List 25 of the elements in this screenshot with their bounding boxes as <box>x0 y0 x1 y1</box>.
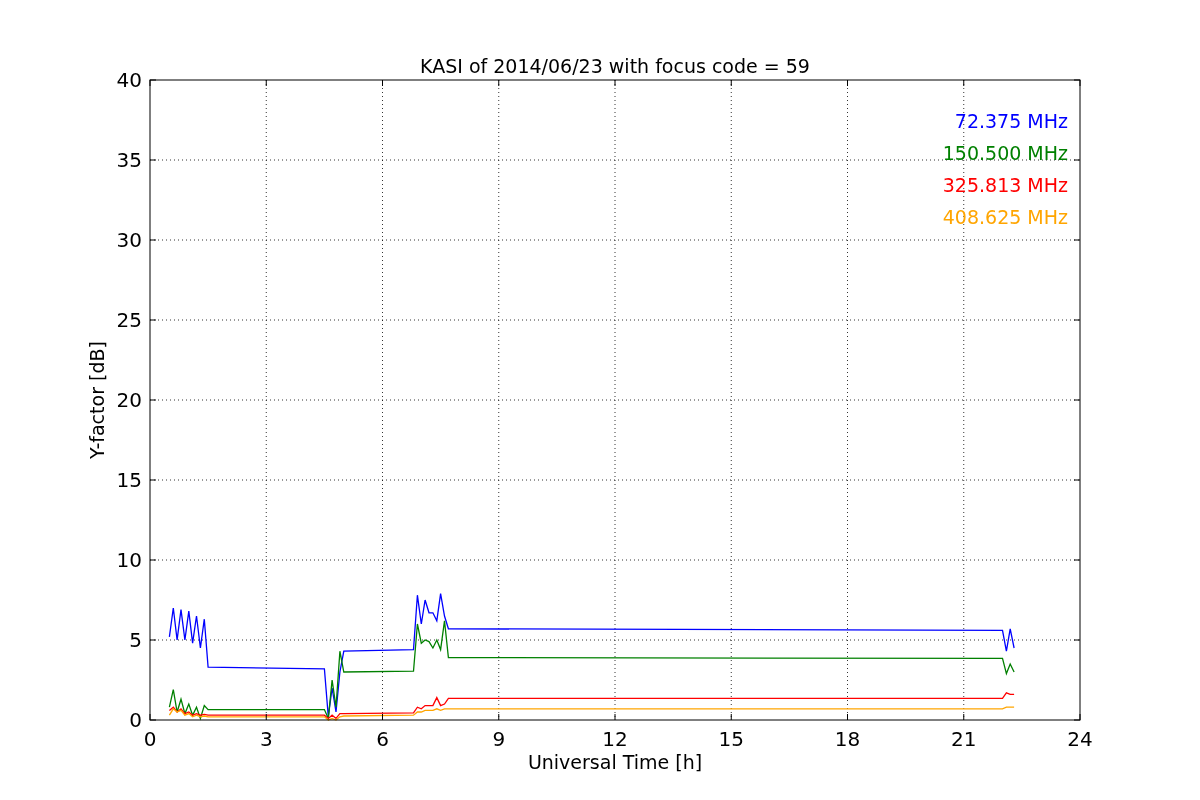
y-tick-label: 35 <box>116 148 142 172</box>
y-tick-label: 40 <box>116 68 142 92</box>
legend-label: 150.500 MHz <box>942 142 1068 164</box>
y-axis-label: Y-factor [dB] <box>86 341 108 459</box>
y-tick-label: 20 <box>116 388 142 412</box>
y-tick-label: 10 <box>116 548 142 572</box>
x-tick-label: 6 <box>376 727 389 751</box>
y-tick-label: 25 <box>116 308 142 332</box>
x-tick-label: 18 <box>834 727 861 751</box>
legend-label: 325.813 MHz <box>942 174 1068 196</box>
chart-title: KASI of 2014/06/23 with focus code = 59 <box>420 55 810 77</box>
legend-label: 408.625 MHz <box>942 206 1068 228</box>
x-tick-label: 0 <box>143 727 157 751</box>
legend-label: 72.375 MHz <box>954 110 1068 132</box>
x-tick-label: 9 <box>492 727 506 751</box>
y-tick-label: 0 <box>129 708 142 732</box>
x-tick-label: 12 <box>602 727 628 751</box>
x-tick-label: 21 <box>951 727 977 751</box>
y-tick-label: 30 <box>116 228 142 252</box>
x-tick-label: 24 <box>1067 727 1093 751</box>
x-tick-label: 3 <box>259 727 273 751</box>
x-axis-label: Universal Time [h] <box>527 751 703 773</box>
y-tick-label: 15 <box>116 468 142 492</box>
x-tick-label: 15 <box>718 727 744 751</box>
y-tick-label: 5 <box>129 628 142 652</box>
